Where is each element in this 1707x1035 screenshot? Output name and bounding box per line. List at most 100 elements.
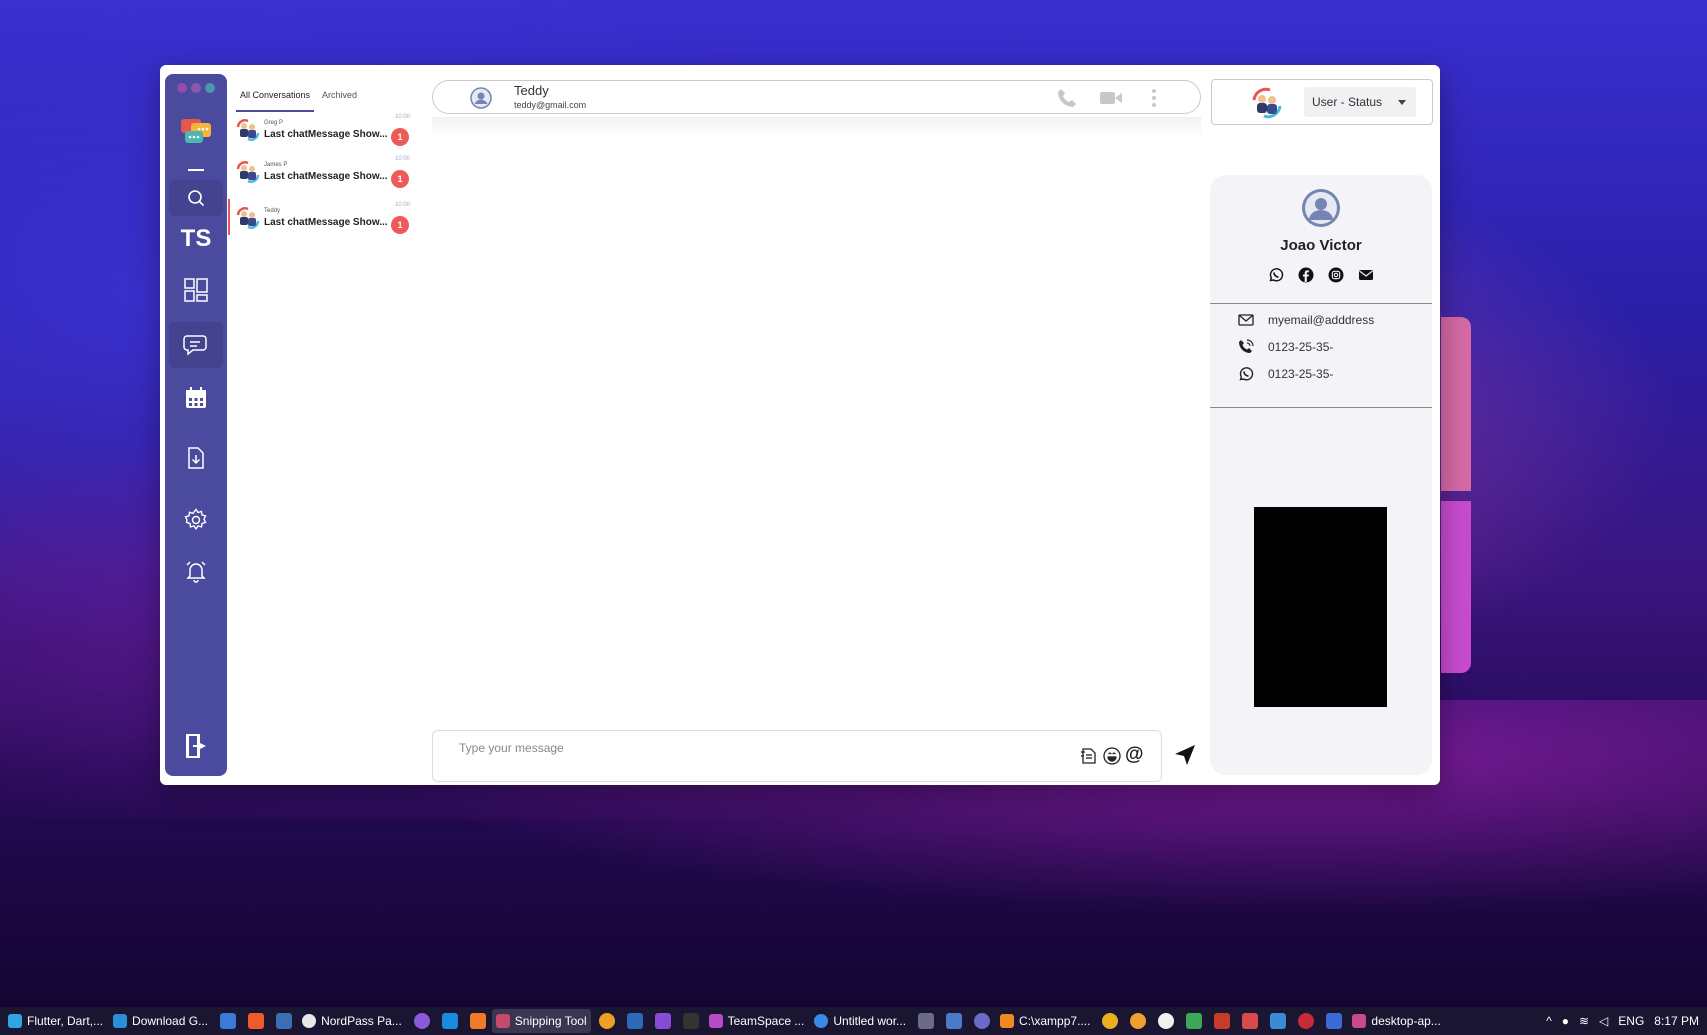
clock[interactable]: 8:17 PM [1654,1014,1699,1028]
edge-icon [113,1014,128,1028]
chat-header: Teddy teddy@gmail.com [432,80,1201,114]
taskbar-item[interactable]: NordPass Pa... [298,1009,406,1033]
opera-icon[interactable] [1298,1013,1315,1029]
contact-whatsapp-row: 0123-25-35- [1238,366,1333,382]
conversation-item[interactable]: James P Last chatMessage Show... 10:00 1 [228,151,423,195]
search-app-icon[interactable] [598,1013,615,1029]
app-icon[interactable] [974,1013,991,1029]
redacted-media [1254,507,1387,707]
alarm-icon [184,559,208,583]
calculator-icon[interactable] [918,1013,935,1029]
chat-button[interactable] [169,322,223,368]
mention-icon[interactable]: @ [1125,744,1144,766]
instagram-icon[interactable] [1328,267,1344,283]
app-icon[interactable] [1130,1013,1147,1029]
app-icon[interactable] [626,1013,643,1029]
vscode-icon[interactable] [441,1013,458,1029]
conversation-time: 10:00 [395,114,411,120]
contact-panel: Joao Victor myemail@adddress 0123-25-35-… [1210,175,1432,775]
facebook-icon[interactable] [1298,267,1314,283]
email-icon[interactable] [1358,267,1374,283]
send-icon[interactable] [1173,743,1197,767]
search-button[interactable] [169,180,223,216]
system-tray: ^ ● ≋ ◁ ENG 8:17 PM [1536,1007,1707,1035]
status-dropdown-label: User - Status [1312,95,1383,109]
file-download-button[interactable] [165,440,227,476]
taskbar-item[interactable]: Untitled wor... [810,1009,910,1033]
dashboard-button[interactable] [165,273,227,307]
app-icon[interactable] [1270,1013,1287,1029]
chrome-icon[interactable] [1102,1013,1119,1029]
edge-icon [814,1014,829,1028]
whatsapp-icon[interactable] [1268,267,1284,283]
close-dot[interactable] [177,83,187,93]
taskbar-item[interactable]: Flutter, Dart,... [4,1009,107,1033]
window-controls [177,83,215,93]
xampp-icon[interactable] [469,1013,486,1029]
github-icon[interactable] [413,1013,430,1029]
settings-button[interactable] [165,502,227,538]
conversation-tabs: All Conversations Archived [236,82,365,112]
attachment-icon[interactable] [1080,746,1098,769]
file-download-icon [187,447,205,469]
contact-phone-row: 0123-25-35- [1238,339,1333,355]
unread-badge: 1 [391,170,409,188]
app-icon[interactable] [1158,1013,1175,1029]
emoji-icon[interactable] [1103,747,1121,770]
conversation-last-message: Last chatMessage Show... [264,129,388,140]
wallpaper-logo [1441,501,1471,673]
app-window: TS All Conversations Archived Greg P Las… [160,65,1440,785]
group-avatar-icon [235,205,261,231]
conversation-list: All Conversations Archived Greg P Last c… [228,74,423,776]
conversation-item[interactable]: Teddy Last chatMessage Show... 10:00 1 [228,197,423,241]
store-icon[interactable] [220,1013,237,1029]
taskbar-item[interactable]: Download G... [109,1009,212,1033]
wifi-icon[interactable]: ≋ [1579,1014,1589,1028]
app-icon[interactable] [1242,1013,1259,1029]
alarm-button[interactable] [165,553,227,589]
app-icon[interactable] [1186,1013,1203,1029]
conversation-item[interactable]: Greg P Last chatMessage Show... 10:00 1 [228,109,423,153]
microphone-icon[interactable]: ● [1562,1014,1569,1028]
maximize-dot[interactable] [205,83,215,93]
photos-icon[interactable] [946,1013,963,1029]
tab-archived[interactable]: Archived [318,82,361,112]
folder-icon [1000,1014,1015,1028]
status-dropdown[interactable]: User - Status [1304,87,1416,117]
taskbar-item[interactable]: Snipping Tool [491,1009,591,1033]
taskbar-item[interactable]: desktop-ap... [1348,1009,1444,1033]
calendar-button[interactable] [165,380,227,416]
language-indicator[interactable]: ENG [1618,1014,1644,1028]
app-icon[interactable] [276,1013,293,1029]
video-call-icon[interactable] [1100,90,1122,111]
brave-icon[interactable] [248,1013,265,1029]
contact-phone: 0123-25-35- [1268,340,1334,354]
filezilla-icon[interactable] [1214,1013,1231,1029]
minus-icon[interactable] [165,166,227,174]
more-options-icon[interactable] [1151,88,1157,113]
taskbar: Flutter, Dart,... Download G... NordPass… [0,1007,1707,1035]
unread-badge: 1 [391,128,409,146]
divider [1210,303,1432,304]
chat-icon [183,333,209,357]
app-icon[interactable] [654,1013,671,1029]
phone-icon[interactable] [1056,87,1078,114]
sidebar-rail: TS [165,74,227,776]
conversation-name: Teddy [264,208,281,214]
terminal-icon[interactable] [682,1013,699,1029]
settings-icon [184,508,208,532]
taskbar-item[interactable]: C:\xampp7.... [996,1009,1094,1033]
conversation-last-message: Last chatMessage Show... [264,217,388,228]
calendar-app-icon[interactable] [1326,1013,1343,1029]
snipping-tool-icon [495,1014,510,1028]
conversation-time: 10:00 [395,202,411,208]
chevron-up-icon[interactable]: ^ [1546,1014,1552,1028]
mail-icon [1238,312,1254,328]
logout-button[interactable] [165,729,227,763]
taskbar-item[interactable]: TeamSpace ... [705,1009,809,1033]
message-input[interactable] [459,737,999,759]
calendar-icon [185,387,207,409]
tab-all-conversations[interactable]: All Conversations [236,82,315,112]
volume-icon[interactable]: ◁ [1599,1014,1608,1028]
minimize-dot[interactable] [191,83,201,93]
